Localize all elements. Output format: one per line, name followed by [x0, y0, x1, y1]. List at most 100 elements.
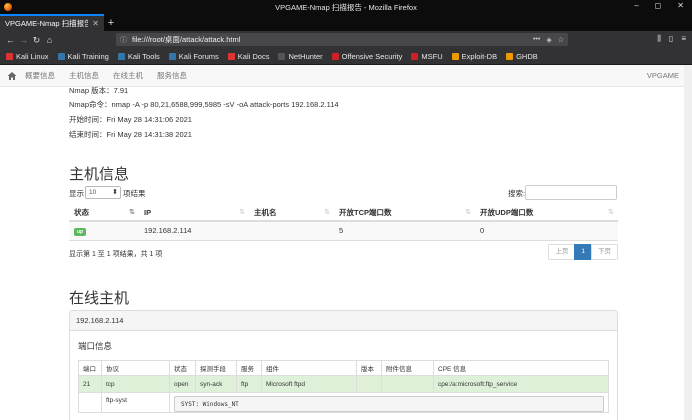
sort-icon: ⇅ — [239, 209, 245, 216]
bookmark-msfu[interactable]: MSFU — [411, 52, 443, 61]
ip-cell: 192.168.2.114 — [139, 221, 249, 241]
version-cell — [356, 375, 382, 393]
nav-services[interactable]: 服务信息 — [157, 70, 187, 81]
bookmark-kali-linux[interactable]: Kali Linux — [6, 52, 49, 61]
page-actions-icon[interactable]: ••• — [533, 36, 540, 44]
home-icon[interactable] — [7, 71, 17, 81]
exploit-db-icon — [451, 53, 459, 60]
url-bar[interactable]: ⓘ file:///root/桌面/attack/attack.html •••… — [116, 33, 568, 46]
bookmark-offensive-security[interactable]: Offensive Security — [331, 52, 402, 61]
menu-icon[interactable]: ≡ — [681, 34, 686, 44]
new-tab-icon[interactable]: + — [104, 14, 118, 31]
close-window-icon[interactable]: ✕ — [677, 1, 684, 10]
offsec-icon — [331, 53, 339, 60]
tab-close-icon[interactable]: ✕ — [92, 19, 99, 28]
start-time: 开始时间：Fri May 28 14:31:06 2021 — [69, 115, 192, 124]
col-ip[interactable]: IP ⇅ — [139, 205, 249, 222]
page-scrollbar[interactable] — [684, 65, 692, 420]
col-reason: 探测手段 — [195, 360, 237, 376]
bookmark-kali-training[interactable]: Kali Training — [57, 52, 109, 61]
col-hostname[interactable]: 主机名 ⇅ — [249, 205, 334, 222]
maximize-icon[interactable]: ◻ — [655, 1, 662, 10]
udp-count-cell: 0 — [475, 221, 618, 241]
col-product: 组件 — [261, 360, 357, 376]
protocol-cell: tcp — [101, 375, 170, 393]
host-panel-heading[interactable]: 192.168.2.114 — [70, 311, 617, 331]
nethunter-icon — [278, 53, 286, 60]
window-controls: – ◻ ✕ — [634, 1, 684, 10]
col-extra: 附件信息 — [381, 360, 434, 376]
product-cell: Microsoft ftpd — [261, 375, 357, 393]
ghdb-icon — [506, 53, 514, 60]
home-icon[interactable]: ⌂ — [43, 35, 56, 45]
script-name: ftp-syst — [106, 397, 127, 404]
page-info-icon[interactable]: ⓘ — [120, 35, 128, 45]
cpe-cell: cpe:/a:microsoft:ftp_service — [433, 375, 609, 393]
col-udp[interactable]: 开放UDP端口数 ⇅ — [475, 205, 618, 222]
nav-summary[interactable]: 概要信息 — [25, 70, 55, 81]
reload-icon[interactable]: ↻ — [30, 35, 43, 46]
online-section-title: 在线主机 — [69, 290, 130, 307]
bookmark-star-icon[interactable]: ☆ — [558, 36, 564, 44]
reason-cell: syn-ack — [195, 375, 237, 393]
sort-icon: ⇅ — [608, 209, 614, 216]
search-label: 搜索: — [508, 189, 526, 198]
bookmarks-bar: Kali Linux Kali Training Kali Tools Kali… — [0, 49, 692, 65]
kali-icon — [57, 53, 65, 60]
bookmark-kali-docs[interactable]: Kali Docs — [227, 52, 269, 61]
bookmark-exploit-db[interactable]: Exploit-DB — [451, 52, 497, 61]
hosts-table: 状态 ⇅ IP ⇅ 主机名 ⇅ 开放TCP端口数 ⇅ 开放UDP端口数 ⇅ up 192.… — [69, 205, 618, 241]
search-input[interactable] — [525, 185, 617, 200]
firefox-logo-icon — [4, 3, 12, 11]
kali-icon — [117, 53, 125, 60]
table-row: up 192.168.2.114 5 0 — [69, 221, 618, 241]
minimize-icon[interactable]: – — [634, 1, 638, 10]
back-icon[interactable]: ← — [4, 35, 17, 45]
col-tcp[interactable]: 开放TCP端口数 ⇅ — [334, 205, 475, 222]
script-empty-cell — [78, 392, 102, 413]
sort-icon: ⇅ — [324, 209, 330, 216]
browser-tab[interactable]: VPGAME-Nmap 扫描报告 ✕ — [0, 14, 104, 31]
pocket-icon[interactable]: ◈ — [546, 36, 551, 44]
nmap-command: Nmap命令：nmap -A -p 80,21,6588,999,5985 -s… — [69, 100, 339, 109]
table-row: 21 tcp open syn-ack ftp Microsoft ftpd c… — [78, 375, 609, 393]
col-status[interactable]: 状态 ⇅ — [69, 205, 139, 222]
script-name-cell: ftp-syst — [101, 392, 170, 413]
toolbar-right: ⫼ ▯ ≡ — [657, 34, 686, 44]
tab-strip: VPGAME-Nmap 扫描报告 ✕ + — [0, 14, 692, 31]
bookmark-ghdb[interactable]: GHDB — [506, 52, 538, 61]
col-service: 服务 — [236, 360, 262, 376]
sidebar-icon[interactable]: ▯ — [669, 34, 673, 44]
port-info-title: 端口信息 — [78, 341, 113, 351]
col-state: 状态 — [169, 360, 196, 376]
page-1-button[interactable]: 1 — [574, 244, 592, 260]
brand-link[interactable]: VPGAME — [647, 71, 679, 80]
nav-online-hosts[interactable]: 在线主机 — [113, 70, 143, 81]
host-panel: 192.168.2.114 端口信息 端口 协议 状态 探测手段 服务 组件 版… — [69, 310, 618, 420]
table-controls: 显示 10 ⬍ 项结果 搜索: — [69, 185, 618, 200]
script-row: ftp-syst SYST: Windows_NT — [78, 392, 609, 413]
ports-table-header: 端口 协议 状态 探测手段 服务 组件 版本 附件信息 CPE 信息 — [78, 360, 609, 376]
end-time: 结束时间：Fri May 28 14:31:38 2021 — [69, 130, 192, 139]
report-content: Nmap 版本：7.91 Nmap命令：nmap -A -p 80,21,658… — [69, 87, 618, 420]
select-caret-icon: ⬍ — [112, 189, 118, 196]
sort-icon: ⇅ — [465, 209, 471, 216]
extra-cell — [381, 375, 434, 393]
bookmark-nethunter[interactable]: NetHunter — [278, 52, 323, 61]
prev-page-button[interactable]: 上页 — [548, 244, 576, 260]
status-cell: up — [69, 221, 139, 241]
entries-label: 项结果 — [123, 189, 146, 198]
table-info: 显示第 1 至 1 项结果，共 1 项 — [69, 251, 163, 258]
forward-icon[interactable]: → — [17, 35, 30, 45]
bookmark-kali-forums[interactable]: Kali Forums — [168, 52, 219, 61]
sort-asc-icon: ⇅ — [129, 209, 135, 216]
nav-hosts[interactable]: 主机信息 — [69, 70, 99, 81]
pagination: 上页 1 下页 — [548, 244, 618, 260]
window-title: VPGAME-Nmap 扫描报告 - Mozilla Firefox — [275, 2, 417, 12]
bookmark-kali-tools[interactable]: Kali Tools — [117, 52, 160, 61]
url-input[interactable]: file:///root/桌面/attack/attack.html — [132, 34, 533, 45]
page-size-select[interactable]: 10 ⬍ — [85, 186, 121, 199]
page-size-value: 10 — [89, 189, 97, 196]
library-icon[interactable]: ⫼ — [657, 34, 661, 44]
next-page-button[interactable]: 下页 — [591, 244, 618, 260]
